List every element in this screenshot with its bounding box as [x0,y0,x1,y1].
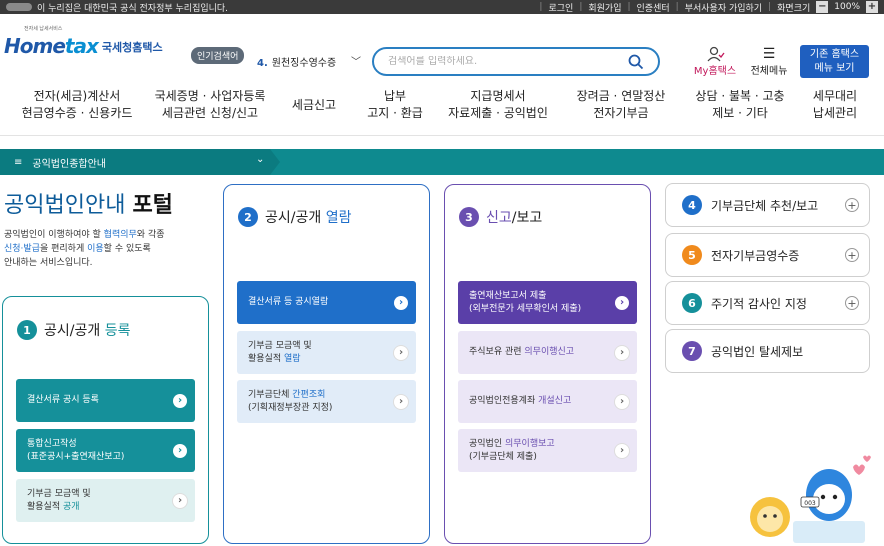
chevron-right-icon: › [173,443,187,458]
gov-notice: 이 누리집은 대한민국 공식 전자정부 누리집입니다. [6,1,228,14]
integrated-report-button[interactable]: 통합신고작성 (표준공시+출연재산보고) › [16,429,195,472]
donation-org-lookup-button[interactable]: 기부금단체 간편조회 (기획재정부장관 지정) › [237,380,416,423]
chevron-right-icon: › [394,394,408,409]
chevron-right-icon: › [615,295,629,310]
dedicated-account-report-button[interactable]: 공익법인전용계좌 개설신고 › [458,380,637,423]
card-disclosure-view: 2 공시/공개 열람 결산서류 등 공시열람 › 기부금 모금액 및 활용실적 열… [223,184,430,544]
chevron-right-icon: › [394,295,408,310]
step-badge: 4 [682,195,702,215]
screen-size-label: 화면크기 [777,3,811,14]
step-badge: 7 [682,341,702,361]
gnb-item-tax-filing[interactable]: 세금신고 [284,97,344,114]
breadcrumb: ≡ 공익법인종합안내 ⌄ [0,149,884,175]
chevron-down-icon[interactable]: ⌄ [256,154,264,165]
gnb-item-tax-agent[interactable]: 세무대리 납세관리 [802,88,868,122]
gov-notice-bar: 이 누리집은 대한민국 공식 전자정부 누리집입니다. | 로그인 | 회원가입… [0,0,884,14]
gov-notice-text: 이 누리집은 대한민국 공식 전자정부 누리집입니다. [37,3,229,14]
search-icon[interactable] [628,54,644,70]
step-badge: 5 [682,245,702,265]
breadcrumb-current[interactable]: 공익법인종합안내 [32,155,106,170]
accordion-tax-evasion-report[interactable]: 7 공익법인 탈세제보 [665,329,870,373]
accordion-periodic-auditor[interactable]: 6 주기적 감사인 지정 + [665,281,870,325]
step-badge: 3 [459,207,479,227]
contribution-report-submit-button[interactable]: 출연재산보고서 제출 (외부전문가 세무확인서 제출) › [458,281,637,324]
popular-keyword[interactable]: 4. 원천징수영수증 [257,54,336,69]
plus-icon[interactable]: + [845,248,859,262]
accordion-donation-org-recommend[interactable]: 4 기부금단체 추천/보고 + [665,183,870,227]
chevron-right-icon: › [173,393,187,408]
my-hometax-button[interactable]: My홈택스 [693,46,737,77]
step-badge: 6 [682,293,702,313]
card-title: 3 신고/보고 [459,207,542,227]
gnb-item-payment[interactable]: 납부 고지 · 환급 [360,88,430,122]
cert-center-link[interactable]: 인증센터 [637,1,670,14]
signup-link[interactable]: 회원가입 [588,1,621,14]
hamburger-icon: ☰ [762,46,776,62]
card-title: 2 공시/공개 열람 [238,207,351,227]
chevron-right-icon: › [615,394,629,409]
heart-icon [863,455,871,462]
user-icon [707,46,725,62]
gnb-item-certificates[interactable]: 국세증명 · 사업자등록 세금관련 신청/신고 [150,88,270,122]
settlement-docs-view-button[interactable]: 결산서류 등 공시열람 › [237,281,416,324]
settlement-docs-register-button[interactable]: 결산서류 공시 등록 › [16,379,195,422]
portal-intro: 공익법인이 이행하여야 할 협력의무와 각종 신청·발급을 편리하게 이용할 수… [4,230,165,268]
step-badge: 2 [238,207,258,227]
logo-korean-name: 국세청홈택스 [101,41,163,54]
zoom-in-button[interactable]: + [866,1,878,13]
popular-search-tag: 인기검색어 [191,47,245,64]
plus-icon[interactable]: + [845,296,859,310]
donation-usage-disclose-button[interactable]: 기부금 모금액 및 활용실적 공개 › [16,479,195,522]
chevron-down-icon[interactable]: ﹀ [351,53,361,68]
hometax-logo[interactable]: 전자세 납세서비스 Hometax 국세청홈택스 [4,26,163,58]
legacy-menu-button[interactable]: 기존 홈택스 메뉴 보기 [800,45,869,78]
accordion-e-donation-receipt[interactable]: 5 전자기부금영수증 + [665,233,870,277]
zoom-out-button[interactable]: − [816,1,829,13]
chevron-right-icon: › [394,345,408,360]
chevron-right-icon: › [615,345,629,360]
svg-text:003: 003 [804,500,816,507]
step-badge: 1 [17,320,37,340]
mascot-illustration: 003 [750,455,871,543]
card-title: 1 공시/공개 등록 [17,320,130,340]
gnb-item-incentives[interactable]: 장려금 · 연말정산 전자기부금 [568,88,674,122]
dept-user-signup-link[interactable]: 부서사용자 가입하기 [685,1,762,14]
card-report: 3 신고/보고 출연재산보고서 제출 (외부전문가 세무확인서 제출) › 주식보… [444,184,651,544]
gnb-item-e-invoice[interactable]: 전자(세금)계산서 현금영수증 · 신용카드 [16,88,138,122]
card-disclosure-register: 1 공시/공개 등록 결산서류 공시 등록 › 통합신고작성 (표준공시+출연재산… [2,296,209,544]
main-navigation: 전자(세금)계산서 현금영수증 · 신용카드 국세증명 · 사업자등록 세금관련 신… [0,84,884,136]
search-box [372,47,660,76]
utility-links: | 로그인 | 회원가입 | 인증센터 | 부서사용자 가입하기 | 화면크기 … [539,1,878,14]
logo-wordmark: 전자세 납세서비스 Hometax [4,26,99,58]
donation-usage-view-button[interactable]: 기부금 모금액 및 활용실적 열람 › [237,331,416,374]
heart-icon [853,464,865,475]
menu-icon: ≡ [14,156,23,168]
search-input[interactable] [388,56,628,67]
mascot-desk [793,521,865,543]
gov-emblem-icon [6,3,32,11]
plus-icon[interactable]: + [845,198,859,212]
page-title: 공익법인안내 포털 [4,193,173,218]
stock-holding-report-button[interactable]: 주식보유 관련 의무이행신고 › [458,331,637,374]
chevron-right-icon: › [615,443,629,458]
gnb-item-consultation[interactable]: 상담 · 불복 · 고충 제보 · 기타 [688,88,792,122]
zoom-level: 100% [834,2,860,12]
header: 전자세 납세서비스 Hometax 국세청홈택스 인기검색어 4. 원천징수영수증… [0,14,884,84]
gnb-item-payment-statement[interactable]: 지급명세서 자료제출 · 공익법인 [440,88,556,122]
chevron-right-icon: › [173,493,187,508]
obligation-report-button[interactable]: 공익법인 의무이행보고 (기부금단체 제출) › [458,429,637,472]
all-menu-button[interactable]: ☰ 전체메뉴 [749,46,789,77]
login-link[interactable]: 로그인 [548,1,573,14]
